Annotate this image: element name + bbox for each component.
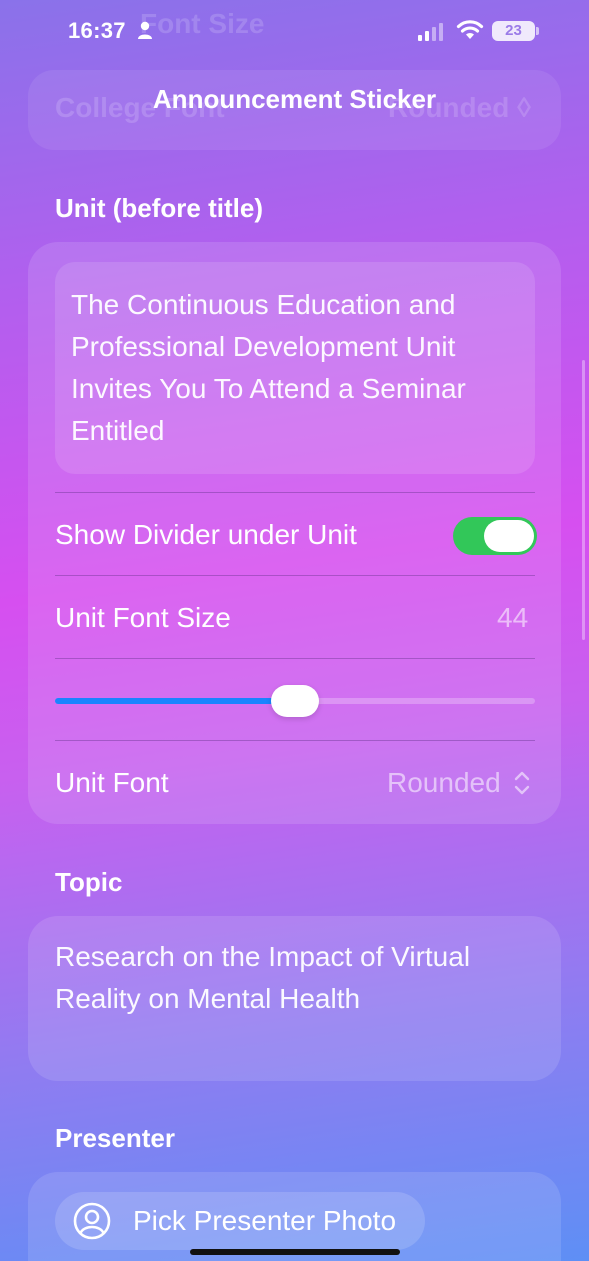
wifi-icon bbox=[456, 20, 484, 39]
scroll-indicator[interactable] bbox=[582, 360, 585, 640]
battery-cap bbox=[536, 27, 539, 35]
divider bbox=[55, 658, 535, 659]
unit-font-size-label: Unit Font Size bbox=[55, 602, 231, 633]
unit-font-label: Unit Font bbox=[55, 767, 169, 798]
unit-font-size-value: 44 bbox=[497, 602, 529, 633]
unit-text-field[interactable]: The Continuous Education and Professiona… bbox=[55, 262, 535, 474]
cellular-signal-icon bbox=[418, 23, 443, 41]
ghost-text: Font Size bbox=[140, 8, 265, 39]
section-header-topic: Topic bbox=[55, 867, 123, 897]
topic-text-field[interactable]: Research on the Impact of Virtual Realit… bbox=[55, 936, 535, 1020]
status-time: 16:37 bbox=[68, 18, 126, 43]
battery-icon: 23 bbox=[492, 21, 535, 41]
show-divider-toggle[interactable] bbox=[453, 517, 537, 555]
section-header-unit: Unit (before title) bbox=[55, 193, 263, 223]
divider bbox=[55, 492, 535, 493]
toggle-knob bbox=[484, 520, 534, 552]
person-circle-icon bbox=[73, 1202, 111, 1240]
show-divider-label: Show Divider under Unit bbox=[55, 519, 357, 550]
font-size-slider-fill bbox=[55, 698, 295, 704]
section-header-presenter: Presenter bbox=[55, 1123, 175, 1153]
font-size-slider-thumb[interactable] bbox=[271, 685, 319, 717]
page-title: Announcement Sticker bbox=[152, 84, 437, 114]
chevron-up-down-icon[interactable] bbox=[513, 770, 531, 796]
pick-presenter-photo-label: Pick Presenter Photo bbox=[133, 1205, 397, 1236]
divider bbox=[55, 575, 535, 576]
home-indicator[interactable] bbox=[190, 1249, 400, 1255]
divider bbox=[55, 740, 535, 741]
unit-font-picker[interactable]: Rounded bbox=[387, 767, 501, 799]
